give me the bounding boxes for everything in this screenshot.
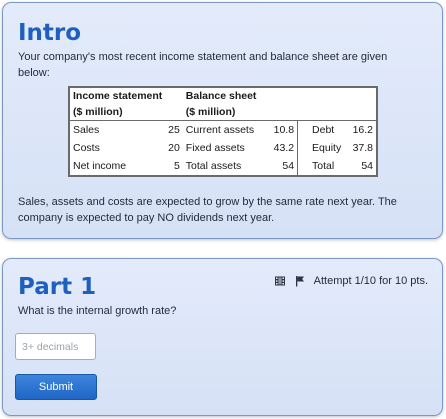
attempt-bar: Attempt 1/10 for 10 pts. <box>274 275 428 287</box>
income-label: Costs <box>73 142 100 154</box>
asset-label: Fixed assets <box>185 142 245 154</box>
liability-label: Equity <box>297 139 345 157</box>
attempt-status: Attempt 1/10 for 10 pts. <box>313 275 428 287</box>
liability-value: 37.8 <box>352 142 373 154</box>
part-title: Part 1 <box>18 274 97 300</box>
table-row: Sales 25 Current assets 10.8 Debt 16.2 <box>69 120 377 139</box>
intro-description: Your company's most recent income statem… <box>18 51 388 79</box>
income-statement-unit: ($ million) <box>73 106 123 118</box>
income-value: 20 <box>168 142 180 154</box>
income-value: 5 <box>173 160 180 172</box>
flag-icon[interactable] <box>294 275 306 287</box>
liability-value: 54 <box>361 160 373 172</box>
income-value: 25 <box>154 120 183 139</box>
asset-value: 10.8 <box>266 120 298 139</box>
table-row: Net income 5 Total assets 54 Total 54 <box>69 157 377 176</box>
liability-label: Total <box>297 157 345 176</box>
liability-value: 16.2 <box>344 120 377 139</box>
intro-footnote: Sales, assets and costs are expected to … <box>18 196 397 224</box>
intro-title: Intro <box>18 20 82 46</box>
income-label: Net income <box>73 160 127 172</box>
asset-value: 54 <box>282 160 295 172</box>
question-text: What is the internal growth rate? <box>18 305 177 317</box>
submit-button[interactable]: Submit <box>15 374 97 400</box>
liability-label: Debt <box>297 120 345 139</box>
income-label: Sales <box>69 120 155 139</box>
asset-label: Current assets <box>182 120 267 139</box>
film-icon[interactable] <box>274 275 286 287</box>
balance-sheet-header: Balance sheet <box>185 90 257 102</box>
financial-statements-table: Income statement Balance sheet ($ millio… <box>68 86 378 177</box>
balance-sheet-unit: ($ million) <box>185 106 236 118</box>
asset-label: Total assets <box>185 160 242 172</box>
answer-input[interactable] <box>15 333 96 360</box>
asset-value: 43.2 <box>273 142 295 154</box>
income-statement-header: Income statement <box>73 90 163 102</box>
table-row: Costs 20 Fixed assets 43.2 Equity 37.8 <box>69 139 377 157</box>
